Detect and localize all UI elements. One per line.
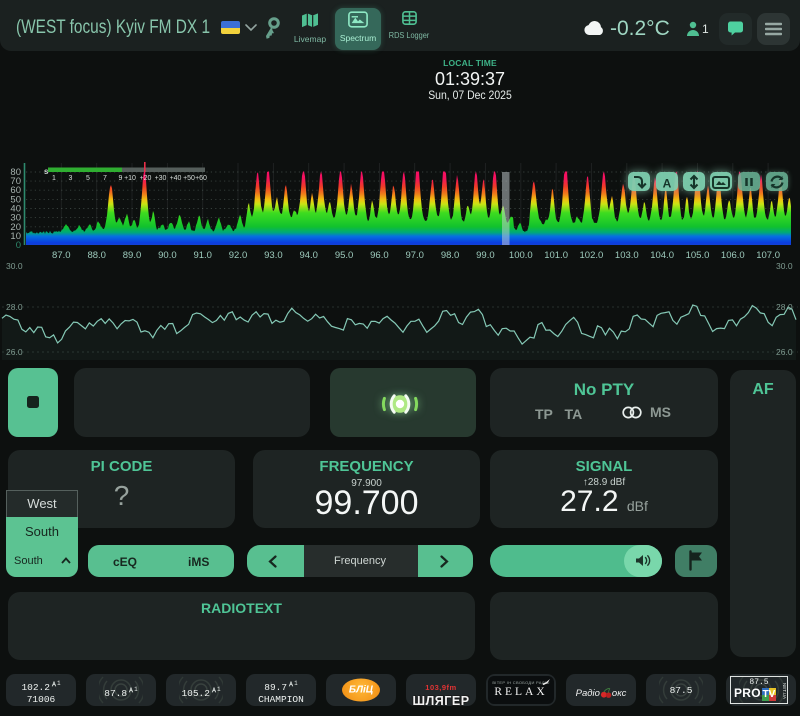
svg-text:80: 80: [10, 167, 21, 178]
svg-text:+20: +20: [140, 175, 152, 182]
svg-text:30.0: 30.0: [6, 261, 23, 271]
svg-text:28.0: 28.0: [776, 302, 793, 312]
svg-text:3: 3: [69, 175, 73, 182]
svg-text:0: 0: [16, 240, 21, 251]
svg-text:+30: +30: [155, 175, 167, 182]
svg-text:7: 7: [103, 175, 107, 182]
svg-text:28.0: 28.0: [6, 302, 23, 312]
svg-text:+60: +60: [195, 175, 207, 182]
svg-text:1: 1: [52, 175, 56, 182]
svg-text:26.0: 26.0: [776, 347, 793, 357]
svg-text:26.0: 26.0: [6, 347, 23, 357]
svg-text:30.0: 30.0: [776, 261, 793, 271]
svg-text:5: 5: [86, 175, 90, 182]
svg-text:9: 9: [119, 175, 123, 182]
svg-text:A: A: [663, 176, 672, 190]
svg-text:+50: +50: [183, 175, 195, 182]
svg-text:+40: +40: [170, 175, 182, 182]
svg-text:+10: +10: [124, 175, 136, 182]
